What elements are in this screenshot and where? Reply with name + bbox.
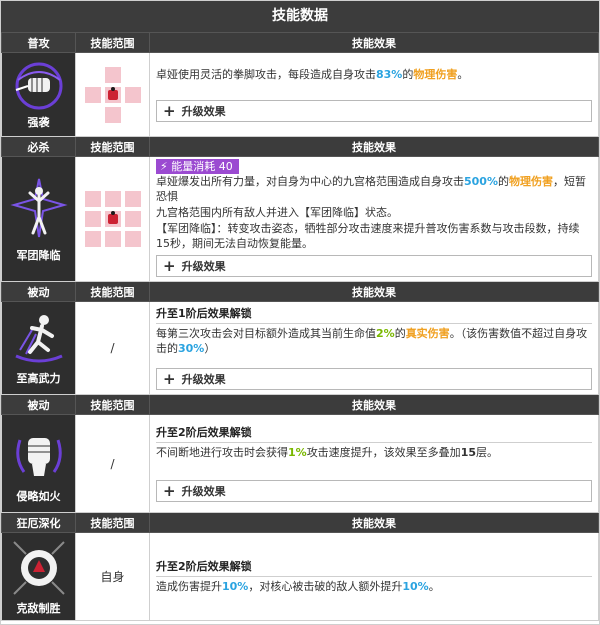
range-grid-cell [75, 156, 150, 282]
range-tile [104, 66, 121, 83]
effect-text: 卓娅使用灵活的拳脚攻击，每段造成自身攻击83%的物理伤害。 [156, 68, 469, 81]
skill-icon-cell: 侵略如火 [1, 414, 76, 513]
skill-name: 克敌制胜 [16, 601, 61, 615]
skill-type: 狂厄深化 [1, 512, 76, 533]
skill-name: 军团降临 [16, 249, 61, 262]
unlock-condition: 升至2阶后效果解锁 [156, 426, 252, 439]
range-tile [104, 106, 121, 123]
effect-cell: ⚡ 能量消耗 40 卓娅爆发出所有力量，对自身为中心的九宫格范围造成自身攻击50… [149, 156, 599, 282]
running-figure-icon [14, 315, 63, 363]
skill-icon-cell: 至高武力 [1, 301, 76, 395]
range-tile [84, 231, 101, 247]
unlock-condition: 升至2阶后效果解锁 [156, 559, 252, 573]
upgrade-effect-toggle[interactable]: + 升级效果 [156, 255, 592, 277]
skill-name: 侵略如火 [16, 489, 61, 503]
effect-cell: 卓娅使用灵活的拳脚攻击，每段造成自身攻击83%的物理伤害。 + 升级效果 [149, 52, 599, 137]
range-header: 技能范围 [75, 394, 150, 415]
energy-cost-badge: ⚡ 能量消耗 40 [156, 159, 239, 174]
page-title: 技能数据 [1, 1, 599, 32]
skill-icon-cell: 克敌制胜 [1, 532, 76, 621]
skill-icon-cell: 军团降临 [1, 156, 76, 282]
effect-text: 造成伤害提升10%，对核心被击破的敌人额外提升10%。 [156, 579, 440, 593]
effect-cell: 升至1阶后效果解锁 每第三次攻击会对目标额外造成其当前生命值2%的真实伤害。（该… [149, 301, 599, 395]
upgrade-effect-toggle[interactable]: + 升级效果 [156, 368, 592, 390]
skill-header-row: 普攻 技能范围 技能效果 [1, 32, 599, 53]
range-header: 技能范围 [75, 32, 150, 53]
skill-type: 被动 [1, 394, 76, 415]
effect-cell: 升至2阶后效果解锁 造成伤害提升10%，对核心被击破的敌人额外提升10%。 [149, 532, 599, 621]
effect-header: 技能效果 [149, 512, 599, 533]
range-tile [84, 211, 101, 227]
range-tile [104, 231, 121, 247]
effect-text: 九宫格范围内所有敌人并进入【军团降临】状态。 [156, 206, 398, 219]
clenched-fist-icon [15, 437, 62, 476]
effect-header: 技能效果 [149, 394, 599, 415]
range-value: / [75, 301, 150, 395]
range-header: 技能范围 [75, 512, 150, 533]
skill-table: 普攻 技能范围 技能效果 强袭 卓娅使用灵活的拳脚攻击，每段造成自身攻击83%的… [1, 32, 599, 621]
skill-type: 普攻 [1, 32, 76, 53]
effect-text: 【军团降临】：转变攻击姿态，牺牲部分攻击速度来提升普攻伤害系数与攻击段数，持续1… [156, 222, 580, 250]
range-tile [104, 191, 121, 207]
range-value: / [75, 414, 150, 513]
upgrade-effect-toggle[interactable]: + 升级效果 [156, 100, 592, 122]
upgrade-effect-toggle[interactable]: + 升级效果 [156, 480, 592, 502]
lightning-icon: ⚡ [160, 160, 168, 173]
range-tile [84, 191, 101, 207]
effect-header: 技能效果 [149, 136, 599, 157]
skill-row: 至高武力 / 升至1阶后效果解锁 每第三次攻击会对目标额外造成其当前生命值2%的… [1, 301, 599, 395]
effect-header: 技能效果 [149, 32, 599, 53]
unlock-condition: 升至1阶后效果解锁 [156, 307, 252, 320]
skill-header-row: 被动 技能范围 技能效果 [1, 281, 599, 302]
plus-icon: + [163, 481, 176, 500]
plus-icon: + [163, 369, 176, 388]
skill-name: 强袭 [27, 115, 50, 129]
skill-row: 侵略如火 / 升至2阶后效果解锁 不间断地进行攻击时会获得1%攻击速度提升，该效… [1, 414, 599, 513]
effect-text: 不间断地进行攻击时会获得1%攻击速度提升，该效果至多叠加15层。 [156, 446, 498, 459]
skill-data-panel: 技能数据 普攻 技能范围 技能效果 强袭 卓娅使用灵活的拳脚攻击，每段造成自身攻… [0, 0, 600, 625]
fist-icon [15, 62, 62, 109]
effect-cell: 升至2阶后效果解锁 不间断地进行攻击时会获得1%攻击速度提升，该效果至多叠加15… [149, 414, 599, 513]
range-header: 技能范围 [75, 136, 150, 157]
effect-text: 每第三次攻击会对目标额外造成其当前生命值2%的真实伤害。（该伤害数值不超过自身攻… [156, 327, 588, 355]
plus-icon: + [163, 256, 176, 275]
range-tile [124, 86, 141, 103]
range-header: 技能范围 [75, 281, 150, 302]
range-grid-cell [75, 52, 150, 137]
skill-icon-cell: 强袭 [1, 52, 76, 137]
range-tile [124, 231, 141, 247]
skill-row: 军团降临 ⚡ 能量消耗 40 卓娅爆发出所有力量，对自身为中心的九宫格范围造成自… [1, 156, 599, 282]
skill-header-row: 被动 技能范围 技能效果 [1, 394, 599, 415]
effect-text: 卓娅爆发出所有力量，对自身为中心的九宫格范围造成自身攻击500%的物理伤害，短暂… [156, 175, 586, 203]
self-tile [104, 86, 121, 103]
figure-burst-icon [9, 178, 68, 238]
plus-icon: + [163, 101, 176, 120]
skill-row: 强袭 卓娅使用灵活的拳脚攻击，每段造成自身攻击83%的物理伤害。 + 升级效果 [1, 52, 599, 137]
range-tile [124, 191, 141, 207]
self-tile [104, 211, 121, 227]
attack-range-grid [76, 66, 149, 123]
skill-type: 被动 [1, 281, 76, 302]
head-target-icon [12, 540, 65, 595]
effect-header: 技能效果 [149, 281, 599, 302]
skill-header-row: 狂厄深化 技能范围 技能效果 [1, 512, 599, 533]
attack-range-grid [76, 191, 149, 247]
skill-name: 至高武力 [16, 372, 61, 385]
skill-type: 必杀 [1, 136, 76, 157]
skill-header-row: 必杀 技能范围 技能效果 [1, 136, 599, 157]
skill-row: 克敌制胜 自身 升至2阶后效果解锁 造成伤害提升10%，对核心被击破的敌人额外提… [1, 532, 599, 621]
range-tile [84, 86, 101, 103]
range-tile [124, 211, 141, 227]
range-value: 自身 [75, 532, 150, 621]
